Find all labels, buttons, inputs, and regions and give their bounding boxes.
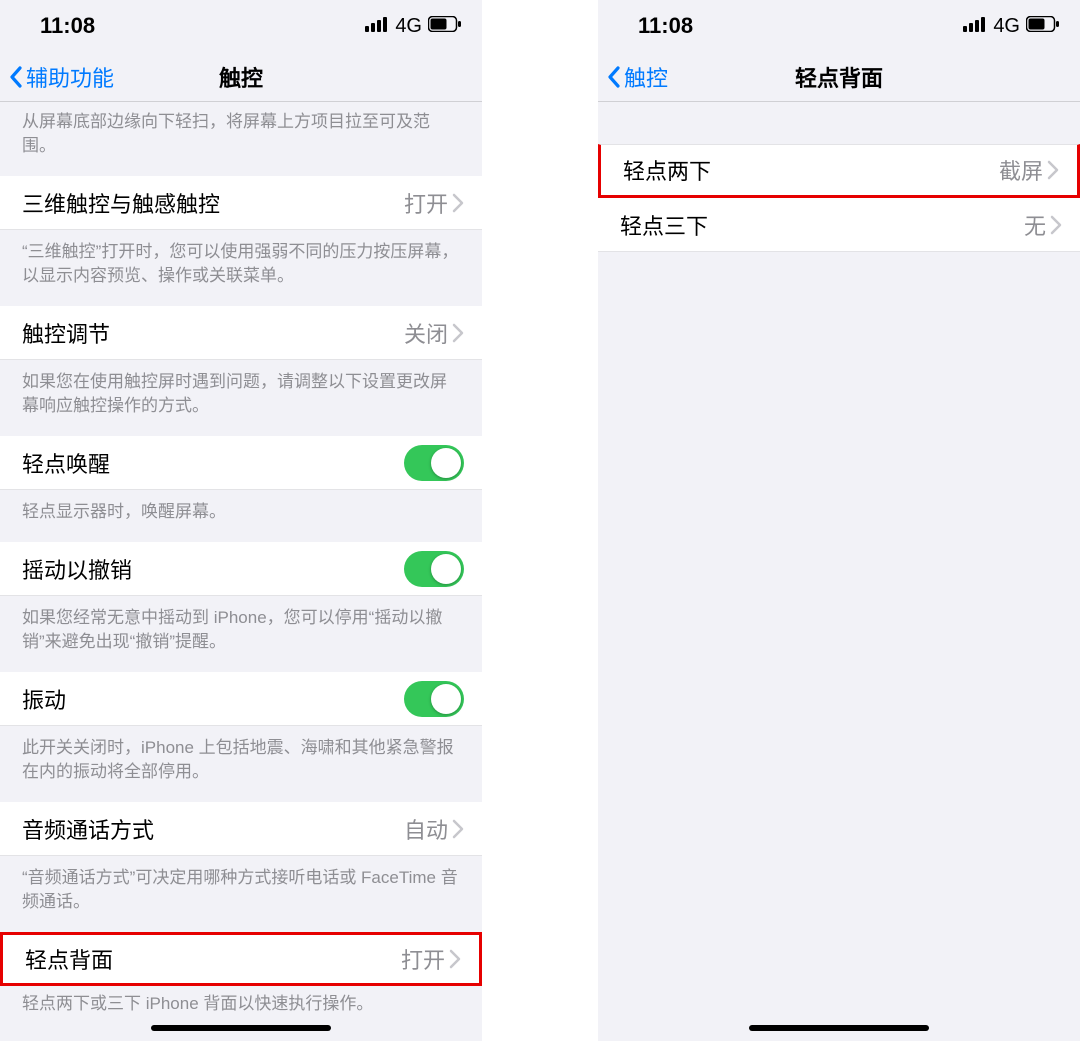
row-audio-call[interactable]: 音频通话方式 自动 (0, 802, 482, 856)
vibration-footer: 此开关关闭时，iPhone 上包括地震、海啸和其他紧急警报在内的振动将全部停用。 (0, 726, 482, 802)
home-indicator[interactable] (151, 1025, 331, 1031)
chevron-right-icon (452, 819, 464, 839)
back-button-accessibility[interactable]: 辅助功能 (0, 61, 114, 93)
nav-header: 触控 轻点背面 (598, 52, 1080, 102)
status-time: 11:08 (638, 13, 693, 39)
chevron-right-icon (1047, 160, 1059, 180)
shake-undo-footer: 如果您经常无意中摇动到 iPhone，您可以停用“摇动以撤销”来避免出现“撤销”… (0, 596, 482, 672)
battery-icon (1026, 16, 1060, 37)
signal-icon (365, 16, 389, 37)
battery-icon (428, 16, 462, 37)
tap-to-wake-footer: 轻点显示器时，唤醒屏幕。 (0, 490, 482, 542)
chevron-right-icon (452, 193, 464, 213)
network-label: 4G (395, 15, 422, 38)
row-label: 三维触控与触感触控 (22, 187, 220, 219)
row-value: 关闭 (404, 317, 448, 349)
row-label: 振动 (22, 683, 66, 715)
row-value: 打开 (401, 943, 445, 975)
chevron-left-icon (606, 65, 622, 89)
page-title: 轻点背面 (598, 61, 1080, 93)
chevron-right-icon (449, 949, 461, 969)
nav-header: 辅助功能 触控 (0, 52, 482, 102)
status-icons: 4G (963, 15, 1060, 38)
row-label: 音频通话方式 (22, 813, 154, 845)
row-label: 摇动以撤销 (22, 553, 132, 585)
touch-adjust-footer: 如果您在使用触控屏时遇到问题，请调整以下设置更改屏幕响应触控操作的方式。 (0, 360, 482, 436)
status-icons: 4G (365, 15, 462, 38)
section-spacer (598, 102, 1080, 144)
status-bar: 11:08 4G (598, 0, 1080, 52)
row-value: 截屏 (999, 154, 1043, 186)
3d-touch-footer: “三维触控”打开时，您可以使用强弱不同的压力按压屏幕，以显示内容预览、操作或关联… (0, 230, 482, 306)
row-value: 打开 (404, 187, 448, 219)
row-label: 轻点唤醒 (22, 447, 110, 479)
toggle-vibration[interactable] (404, 681, 464, 717)
signal-icon (963, 16, 987, 37)
row-back-tap[interactable]: 轻点背面 打开 (0, 932, 482, 986)
row-tap-to-wake[interactable]: 轻点唤醒 (0, 436, 482, 490)
chevron-left-icon (8, 65, 24, 89)
toggle-tap-to-wake[interactable] (404, 445, 464, 481)
reachability-footer: 从屏幕底部边缘向下轻扫，将屏幕上方项目拉至可及范围。 (0, 102, 482, 176)
row-vibration[interactable]: 振动 (0, 672, 482, 726)
home-indicator[interactable] (749, 1025, 929, 1031)
row-shake-undo[interactable]: 摇动以撤销 (0, 542, 482, 596)
chevron-right-icon (452, 323, 464, 343)
phone-screen-touch-settings: 11:08 4G 辅助功能 触控 从屏幕底部边缘向下轻扫，将屏幕上方项目拉至可及… (0, 0, 482, 1041)
row-touch-adjust[interactable]: 触控调节 关闭 (0, 306, 482, 360)
row-3d-touch[interactable]: 三维触控与触感触控 打开 (0, 176, 482, 230)
toggle-shake-undo[interactable] (404, 551, 464, 587)
phone-screen-back-tap: 11:08 4G 触控 轻点背面 轻点两下 截屏 (598, 0, 1080, 1041)
back-button-touch[interactable]: 触控 (598, 61, 668, 93)
row-triple-tap[interactable]: 轻点三下 无 (598, 198, 1080, 252)
audio-call-footer: “音频通话方式”可决定用哪种方式接听电话或 FaceTime 音频通话。 (0, 856, 482, 932)
back-label: 触控 (624, 61, 668, 93)
back-label: 辅助功能 (26, 61, 114, 93)
row-label: 触控调节 (22, 317, 110, 349)
chevron-right-icon (1050, 215, 1062, 235)
row-label: 轻点两下 (623, 154, 711, 186)
row-value: 自动 (404, 813, 448, 845)
status-time: 11:08 (40, 13, 95, 39)
row-label: 轻点三下 (620, 209, 708, 241)
status-bar: 11:08 4G (0, 0, 482, 52)
network-label: 4G (993, 15, 1020, 38)
row-value: 无 (1024, 209, 1046, 241)
row-label: 轻点背面 (25, 943, 113, 975)
row-double-tap[interactable]: 轻点两下 截屏 (598, 144, 1080, 198)
